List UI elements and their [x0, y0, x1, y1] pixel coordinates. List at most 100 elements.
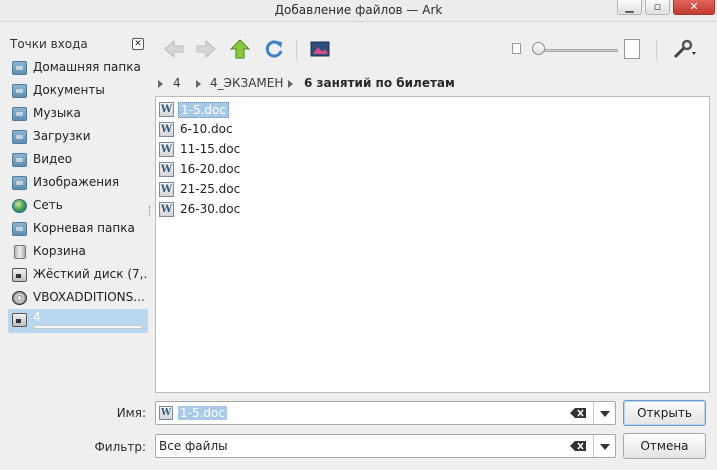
zoom-in-icon[interactable] [624, 39, 640, 59]
options-menu-button[interactable] [670, 36, 696, 62]
filter-value: Все файлы [159, 439, 228, 453]
place-label: Документы [33, 83, 105, 97]
clear-text-icon[interactable] [570, 408, 586, 418]
pictures-folder-icon [12, 176, 27, 190]
close-icon: ✕ [689, 0, 699, 13]
place-label: Изображения [33, 175, 120, 189]
zoom-out-icon[interactable] [512, 43, 521, 54]
place-label: Музыка [33, 106, 81, 120]
place-vboxadditions[interactable]: VBOXADDITIONS... [8, 287, 148, 309]
place-label: Видео [33, 152, 73, 166]
places-panel: Точки входа ✕ Домашняя папка Документы М… [8, 34, 150, 394]
places-close-icon[interactable]: ✕ [132, 38, 144, 50]
preview-image-icon [310, 41, 330, 57]
word-document-icon: W [159, 182, 174, 197]
cancel-button[interactable]: Отмена [623, 433, 706, 459]
breadcrumb-item[interactable]: 4_ЭКЗАМЕН [210, 76, 283, 90]
file-name: 16-20.doc [180, 162, 241, 176]
place-label: 4 [33, 310, 41, 324]
network-globe-icon [12, 199, 27, 213]
place-trash[interactable]: Корзина [8, 241, 148, 263]
up-button[interactable] [227, 36, 253, 62]
breadcrumb-arrow-icon [196, 80, 201, 88]
place-video[interactable]: Видео [8, 149, 148, 171]
file-name: 21-25.doc [180, 182, 241, 196]
dropdown-arrow-icon[interactable] [593, 402, 616, 424]
place-label: VBOXADDITIONS... [33, 290, 145, 304]
place-home[interactable]: Домашняя папка [8, 57, 148, 79]
zoom-slider[interactable] [534, 49, 618, 52]
minimize-icon: ▁ [625, 0, 634, 13]
close-button[interactable]: ✕ [673, 0, 715, 15]
capacity-bar [33, 325, 143, 329]
downloads-folder-icon [12, 130, 27, 144]
toolbar-separator [656, 40, 657, 60]
place-network[interactable]: Сеть [8, 195, 148, 217]
place-label: Загрузки [33, 129, 91, 143]
breadcrumb-arrow-icon [288, 80, 293, 88]
wrench-icon [673, 39, 696, 59]
place-pictures[interactable]: Изображения [8, 172, 148, 194]
forward-button[interactable] [193, 36, 219, 62]
place-music[interactable]: Музыка [8, 103, 148, 125]
up-arrow-icon [229, 39, 251, 59]
name-label: Имя: [116, 406, 146, 420]
panel-splitter[interactable] [149, 206, 152, 216]
filename-value: 1-5.doc [178, 406, 227, 420]
window-title: Добавление файлов — Ark [274, 3, 443, 17]
file-list[interactable]: W 1-5.doc W 6-10.doc W 11-15.doc W 16-20… [155, 96, 710, 393]
reload-icon [265, 40, 283, 58]
music-folder-icon [12, 107, 27, 121]
filter-label: Фильтр: [94, 440, 146, 454]
file-name: 6-10.doc [180, 122, 233, 136]
clear-text-icon[interactable] [570, 441, 586, 451]
optical-disc-icon [12, 291, 27, 305]
place-usb-4[interactable]: 4 [8, 309, 148, 333]
filename-input[interactable]: W 1-5.doc [155, 401, 616, 425]
breadcrumb-current[interactable]: 6 занятий по билетам [304, 76, 455, 90]
place-label: Корзина [33, 244, 86, 258]
place-hard-drive[interactable]: Жёсткий диск (7,... [8, 264, 148, 286]
back-arrow-icon [164, 39, 184, 59]
toolbar-separator [296, 40, 297, 60]
video-folder-icon [12, 153, 27, 167]
maximize-icon: ▫ [653, 0, 662, 13]
word-document-icon: W [159, 122, 174, 137]
breadcrumb-arrow-icon [158, 80, 163, 88]
title-bar: Добавление файлов — Ark ▁ ▫ ✕ [0, 0, 717, 22]
word-document-icon: W [159, 406, 173, 420]
root-folder-icon [12, 222, 27, 236]
filter-select[interactable]: Все файлы [155, 434, 616, 458]
forward-arrow-icon [196, 39, 216, 59]
place-label: Корневая папка [33, 221, 135, 235]
word-document-icon: W [159, 162, 174, 177]
places-header: Точки входа [10, 37, 88, 51]
open-button[interactable]: Открыть [623, 400, 706, 426]
back-button[interactable] [161, 36, 187, 62]
maximize-button[interactable]: ▫ [645, 0, 670, 15]
place-label: Домашняя папка [33, 60, 141, 74]
home-folder-icon [12, 61, 27, 75]
place-label: Сеть [33, 198, 63, 212]
reload-button[interactable] [261, 36, 287, 62]
word-document-icon: W [159, 202, 174, 217]
zoom-slider-handle[interactable] [532, 42, 545, 55]
hard-drive-icon [12, 268, 27, 282]
place-label: Жёсткий диск (7,... [33, 267, 148, 281]
preview-button[interactable] [307, 36, 333, 62]
usb-drive-icon [12, 313, 27, 327]
word-document-icon: W [159, 142, 174, 157]
breadcrumb-item[interactable]: 4 [173, 76, 181, 90]
file-name: 26-30.doc [180, 202, 241, 216]
word-document-icon: W [159, 102, 174, 117]
dropdown-arrow-icon[interactable] [593, 435, 616, 457]
place-downloads[interactable]: Загрузки [8, 126, 148, 148]
minimize-button[interactable]: ▁ [617, 0, 642, 15]
place-documents[interactable]: Документы [8, 80, 148, 102]
file-name: 11-15.doc [180, 142, 241, 156]
file-name: 1-5.doc [178, 102, 229, 118]
place-root[interactable]: Корневая папка [8, 218, 148, 240]
toolbar [158, 36, 710, 66]
trash-icon [14, 245, 26, 259]
documents-folder-icon [12, 84, 27, 98]
